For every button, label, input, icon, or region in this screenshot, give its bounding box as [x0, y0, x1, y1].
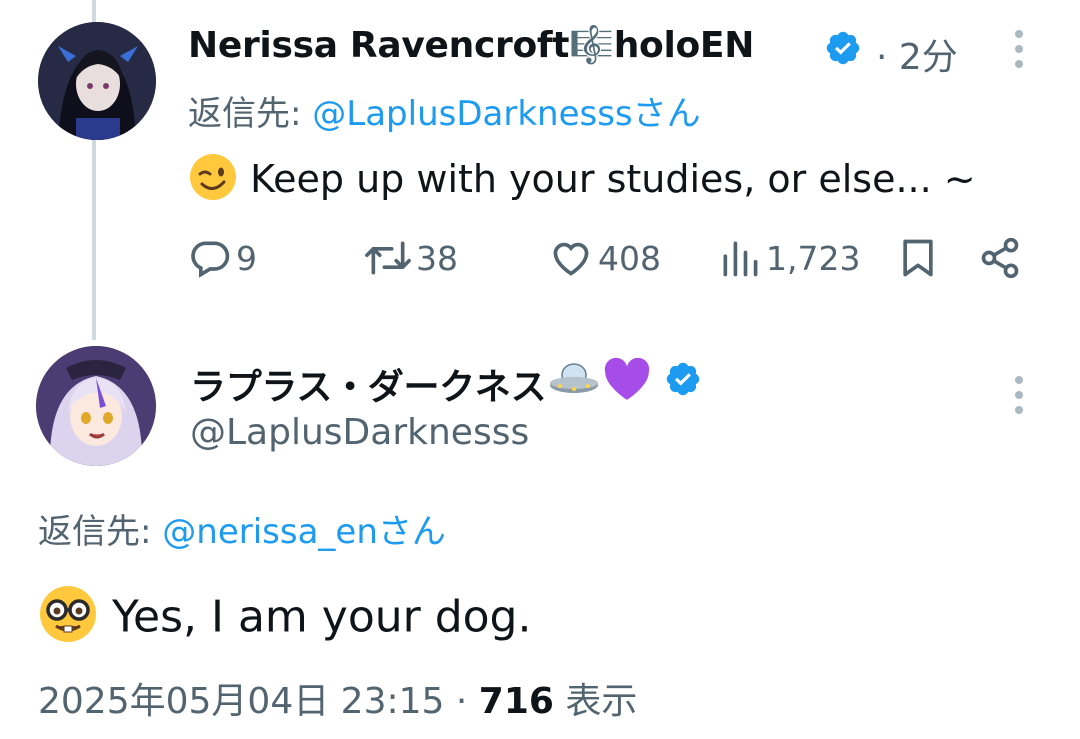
retweet-icon [365, 241, 411, 275]
reply-prefix: 返信先: [188, 94, 313, 134]
verified-badge-icon [664, 360, 702, 407]
like-icon [553, 242, 589, 276]
like-button[interactable]: 408 [548, 236, 661, 280]
tweet1-reply-to: 返信先: @LaplusDarknesssさん [188, 86, 701, 135]
tweet1-text: Keep up with your studies, or else... ~ [250, 157, 976, 201]
share-icon [981, 237, 1019, 279]
avatar-laplus[interactable] [36, 346, 156, 466]
tweet-timestamp[interactable]: 2025年05月04日 23:15 · [38, 681, 479, 722]
more-icon[interactable] [1015, 30, 1023, 75]
tweet2-meta: 2025年05月04日 23:15 · 716 表示 [38, 672, 637, 724]
purple-heart-emoji [602, 356, 652, 411]
tweet2-reply-to: 返信先: @nerissa_enさん [38, 504, 446, 553]
bookmark-button[interactable] [896, 236, 940, 284]
views-icon [723, 241, 758, 277]
bookmark-icon [903, 239, 933, 277]
retweet-button[interactable]: 38 [364, 236, 458, 280]
music-score-emoji: 🎼 [569, 25, 614, 66]
views-count: 1,723 [766, 238, 861, 278]
tweet2-text-row: Yes, I am your dog. [38, 584, 531, 655]
reply-count: 9 [236, 238, 257, 278]
view-label: 表示 [553, 681, 638, 722]
nerd-emoji [38, 584, 98, 655]
share-button[interactable] [978, 236, 1022, 284]
tweet1-time[interactable]: · 2分 [876, 28, 958, 80]
wink-emoji [188, 152, 238, 211]
avatar-nerissa[interactable] [38, 22, 156, 140]
tweet2-text: Yes, I am your dog. [112, 591, 532, 643]
reply-button[interactable]: 9 [188, 236, 257, 280]
view-count: 716 [478, 681, 554, 722]
tweet1-text-row: Keep up with your studies, or else... ~ [188, 152, 976, 211]
tweet1-author-name[interactable]: Nerissa Ravencroft🎼holoEN [188, 24, 754, 66]
reply-handle-link[interactable]: @nerissa_enさん [162, 512, 446, 552]
tweet2-handle[interactable]: @LaplusDarknesss [190, 412, 529, 453]
retweet-count: 38 [416, 238, 458, 278]
reply-prefix: 返信先: [38, 512, 163, 552]
more-icon[interactable] [1015, 376, 1023, 421]
verified-badge-icon [824, 29, 862, 71]
reply-handle-link[interactable]: @LaplusDarknesssさん [312, 94, 700, 134]
display-name-suffix: holoEN [613, 25, 755, 66]
like-count: 408 [598, 238, 661, 278]
ufo-emoji [548, 359, 600, 408]
tweet2-author-name[interactable]: ラプラス・ダークネス [190, 356, 702, 411]
views-button[interactable]: 1,723 [718, 236, 860, 280]
display-name: Nerissa Ravencroft [188, 25, 570, 66]
display-name: ラプラス・ダークネス [190, 366, 547, 408]
reply-icon [191, 241, 230, 278]
